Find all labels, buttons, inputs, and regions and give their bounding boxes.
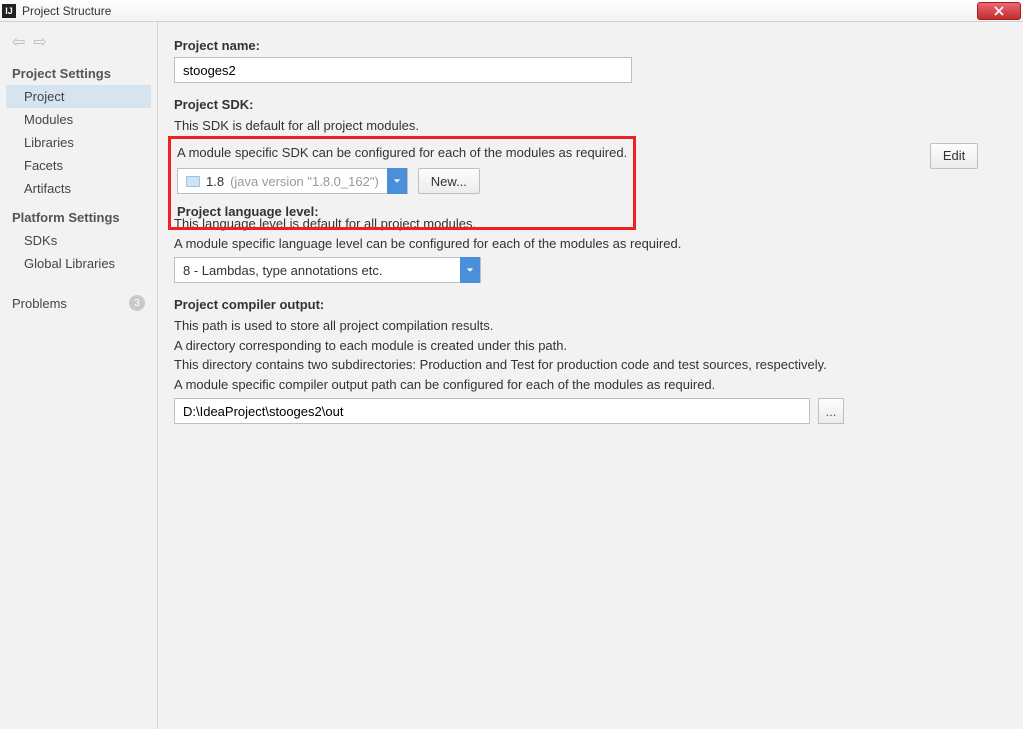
out-desc-4: A module specific compiler output path c… — [174, 375, 1007, 395]
sdk-value: 1.8 — [206, 174, 224, 189]
window-title: Project Structure — [22, 4, 111, 18]
out-desc-3: This directory contains two subdirectori… — [174, 355, 1007, 375]
language-level-dropdown[interactable]: 8 - Lambdas, type annotations etc. — [174, 257, 481, 283]
project-sdk-dropdown[interactable]: 1.8 (java version "1.8.0_162") — [177, 168, 408, 194]
out-desc-1: This path is used to store all project c… — [174, 316, 1007, 336]
problems-count-badge: 3 — [129, 295, 145, 311]
sdk-version: (java version "1.8.0_162") — [230, 174, 379, 189]
browse-output-button[interactable]: ... — [818, 398, 844, 424]
sidebar-item-modules[interactable]: Modules — [6, 108, 151, 131]
sidebar-item-artifacts[interactable]: Artifacts — [6, 177, 151, 200]
nav-back-icon[interactable]: ⇦ — [12, 32, 25, 52]
lang-desc-2: A module specific language level can be … — [174, 234, 1007, 254]
sidebar-item-problems[interactable]: Problems 3 — [6, 291, 151, 315]
language-level-value: 8 - Lambdas, type annotations etc. — [175, 263, 460, 278]
sidebar-item-facets[interactable]: Facets — [6, 154, 151, 177]
sidebar-group-platform-settings: Platform Settings — [6, 206, 151, 229]
project-name-input[interactable] — [174, 57, 632, 83]
compiler-output-label: Project compiler output: — [174, 297, 1007, 312]
sdk-desc-1: This SDK is default for all project modu… — [174, 116, 1007, 136]
language-level-label: Project language level: — [177, 204, 627, 219]
folder-icon — [186, 176, 200, 187]
chevron-down-icon — [460, 257, 480, 283]
nav-forward-icon[interactable]: ⇨ — [33, 32, 46, 52]
sdk-desc-2: A module specific SDK can be configured … — [177, 143, 627, 163]
sidebar-item-global-libraries[interactable]: Global Libraries — [6, 252, 151, 275]
new-sdk-button[interactable]: New... — [418, 168, 480, 194]
app-icon: IJ — [2, 4, 16, 18]
sidebar-item-project[interactable]: Project — [6, 85, 151, 108]
compiler-output-input[interactable] — [174, 398, 810, 424]
close-button[interactable] — [977, 2, 1021, 20]
sidebar-group-project-settings: Project Settings — [6, 62, 151, 85]
sidebar: ⇦ ⇨ Project Settings Project Modules Lib… — [0, 22, 158, 729]
out-desc-2: A directory corresponding to each module… — [174, 336, 1007, 356]
close-icon — [994, 6, 1004, 16]
project-name-label: Project name: — [174, 38, 1007, 53]
highlight-box: A module specific SDK can be configured … — [168, 136, 636, 231]
chevron-down-icon — [387, 168, 407, 194]
edit-sdk-button[interactable]: Edit — [930, 143, 978, 169]
project-sdk-label: Project SDK: — [174, 97, 1007, 112]
title-bar: IJ Project Structure — [0, 0, 1023, 22]
sidebar-item-libraries[interactable]: Libraries — [6, 131, 151, 154]
sidebar-item-sdks[interactable]: SDKs — [6, 229, 151, 252]
content-panel: Project name: Project SDK: This SDK is d… — [158, 22, 1023, 729]
